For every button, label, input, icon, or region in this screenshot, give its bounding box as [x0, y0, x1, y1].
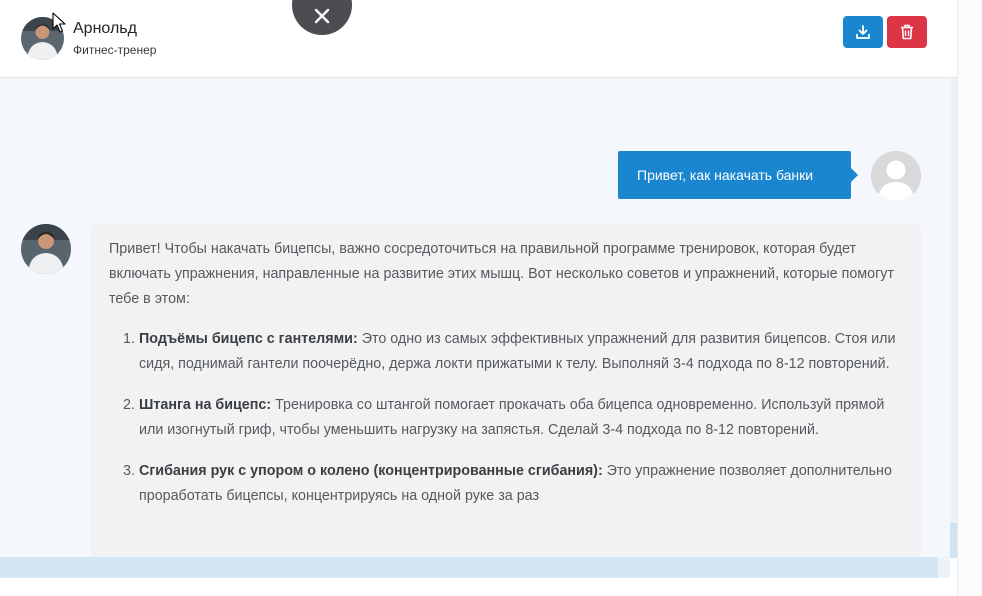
- chat-header: Арнольд Фитнес-тренер: [0, 0, 957, 78]
- list-number: 1.: [123, 331, 135, 347]
- trash-icon: [901, 24, 913, 40]
- delete-button[interactable]: [887, 16, 927, 48]
- download-button[interactable]: [843, 16, 883, 48]
- trainer-role: Фитнес-тренер: [73, 43, 157, 57]
- chat-messages: Привет, как накачать банки Привет! Чтобы…: [0, 78, 950, 596]
- list-item: 2. Штанга на бицепс: Тренировка со штанго…: [109, 393, 901, 443]
- mouse-pointer-icon: [52, 12, 66, 33]
- list-number: 3.: [123, 463, 135, 479]
- exercise-title: Подъёмы бицепс с гантелями:: [139, 331, 358, 347]
- message-intro: Привет! Чтобы накачать бицепсы, важно со…: [109, 241, 894, 307]
- trainer-name: Арнольд: [73, 20, 137, 37]
- input-area-edge: [938, 557, 950, 578]
- user-message: Привет, как накачать банки: [618, 151, 858, 199]
- list-item: 3. Сгибания рук с упором о колено (концен…: [109, 459, 901, 509]
- exercise-list: 1. Подъёмы бицепс с гантелями: Это одно и…: [109, 327, 901, 509]
- chat-app: Арнольд Фитнес-тренер Привет, как накача…: [0, 0, 957, 596]
- download-icon: [856, 25, 870, 39]
- exercise-title: Штанга на бицепс:: [139, 397, 272, 413]
- chat-scrollbar[interactable]: [950, 78, 957, 558]
- close-icon: [314, 8, 330, 24]
- list-number: 2.: [123, 397, 135, 413]
- page-scrollbar[interactable]: [957, 0, 982, 596]
- user-avatar: [871, 151, 921, 201]
- footer: [0, 578, 957, 596]
- list-item: 1. Подъёмы бицепс с гантелями: Это одно и…: [109, 327, 901, 377]
- trainer-message-avatar: [21, 224, 71, 274]
- input-area[interactable]: [0, 557, 938, 578]
- exercise-title: Сгибания рук с упором о колено (концентр…: [139, 463, 603, 479]
- scrollbar-thumb[interactable]: [950, 523, 957, 558]
- trainer-message: Привет! Чтобы накачать бицепсы, важно со…: [91, 224, 921, 596]
